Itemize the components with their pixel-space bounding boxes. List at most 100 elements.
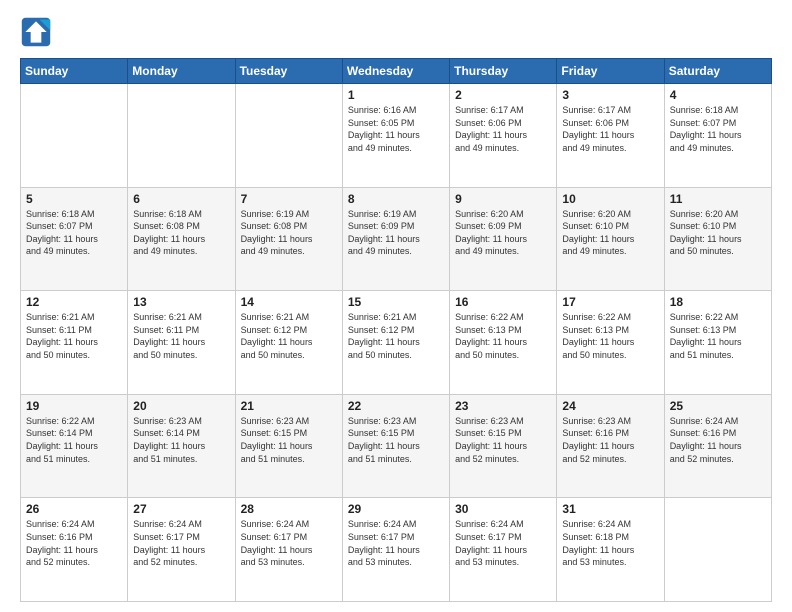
day-number: 16 <box>455 295 551 309</box>
day-cell: 27Sunrise: 6:24 AM Sunset: 6:17 PM Dayli… <box>128 498 235 602</box>
day-number: 9 <box>455 192 551 206</box>
day-number: 6 <box>133 192 229 206</box>
day-info: Sunrise: 6:22 AM Sunset: 6:13 PM Dayligh… <box>455 311 551 361</box>
day-info: Sunrise: 6:17 AM Sunset: 6:06 PM Dayligh… <box>455 104 551 154</box>
day-number: 31 <box>562 502 658 516</box>
day-cell <box>235 84 342 188</box>
day-info: Sunrise: 6:21 AM Sunset: 6:11 PM Dayligh… <box>26 311 122 361</box>
day-info: Sunrise: 6:23 AM Sunset: 6:15 PM Dayligh… <box>241 415 337 465</box>
day-number: 7 <box>241 192 337 206</box>
day-cell: 21 Sunrise: 6:23 AM Sunset: 6:15 PM Dayli… <box>235 394 342 498</box>
header <box>20 16 772 48</box>
day-info: Sunrise: 6:21 AM Sunset: 6:11 PM Dayligh… <box>133 311 229 361</box>
day-info: Sunrise: 6:20 AM Sunset: 6:09 PM Dayligh… <box>455 208 551 258</box>
header-wednesday: Wednesday <box>342 59 449 84</box>
day-cell: 17 Sunrise: 6:22 AM Sunset: 6:13 PM Dayli… <box>557 291 664 395</box>
day-info: Sunrise: 6:18 AM Sunset: 6:07 PM Dayligh… <box>670 104 766 154</box>
day-cell: 5Sunrise: 6:18 AM Sunset: 6:07 PM Daylig… <box>21 187 128 291</box>
day-info: Sunrise: 6:24 AM Sunset: 6:16 PM Dayligh… <box>26 518 122 568</box>
week-row-0: 1 Sunrise: 6:16 AM Sunset: 6:05 PM Daylig… <box>21 84 772 188</box>
day-info: Sunrise: 6:22 AM Sunset: 6:13 PM Dayligh… <box>670 311 766 361</box>
day-cell: 6Sunrise: 6:18 AM Sunset: 6:08 PM Daylig… <box>128 187 235 291</box>
day-number: 25 <box>670 399 766 413</box>
day-number: 26 <box>26 502 122 516</box>
day-number: 24 <box>562 399 658 413</box>
day-cell: 25 Sunrise: 6:24 AM Sunset: 6:16 PM Dayli… <box>664 394 771 498</box>
day-cell: 20 Sunrise: 6:23 AM Sunset: 6:14 PM Dayli… <box>128 394 235 498</box>
day-info: Sunrise: 6:24 AM Sunset: 6:17 PM Dayligh… <box>241 518 337 568</box>
logo-icon <box>20 16 52 48</box>
day-number: 23 <box>455 399 551 413</box>
day-cell <box>664 498 771 602</box>
day-cell: 24 Sunrise: 6:23 AM Sunset: 6:16 PM Dayli… <box>557 394 664 498</box>
day-cell: 15 Sunrise: 6:21 AM Sunset: 6:12 PM Dayli… <box>342 291 449 395</box>
day-number: 22 <box>348 399 444 413</box>
day-cell: 23 Sunrise: 6:23 AM Sunset: 6:15 PM Dayli… <box>450 394 557 498</box>
day-cell <box>21 84 128 188</box>
header-friday: Friday <box>557 59 664 84</box>
day-info: Sunrise: 6:19 AM Sunset: 6:08 PM Dayligh… <box>241 208 337 258</box>
day-number: 28 <box>241 502 337 516</box>
day-info: Sunrise: 6:18 AM Sunset: 6:07 PM Dayligh… <box>26 208 122 258</box>
day-cell <box>128 84 235 188</box>
day-info: Sunrise: 6:22 AM Sunset: 6:13 PM Dayligh… <box>562 311 658 361</box>
day-cell: 26 Sunrise: 6:24 AM Sunset: 6:16 PM Dayli… <box>21 498 128 602</box>
day-info: Sunrise: 6:24 AM Sunset: 6:17 PM Dayligh… <box>133 518 229 568</box>
week-row-1: 5Sunrise: 6:18 AM Sunset: 6:07 PM Daylig… <box>21 187 772 291</box>
day-info: Sunrise: 6:17 AM Sunset: 6:06 PM Dayligh… <box>562 104 658 154</box>
day-number: 15 <box>348 295 444 309</box>
day-info: Sunrise: 6:19 AM Sunset: 6:09 PM Dayligh… <box>348 208 444 258</box>
header-thursday: Thursday <box>450 59 557 84</box>
day-info: Sunrise: 6:20 AM Sunset: 6:10 PM Dayligh… <box>562 208 658 258</box>
day-cell: 18 Sunrise: 6:22 AM Sunset: 6:13 PM Dayli… <box>664 291 771 395</box>
day-info: Sunrise: 6:24 AM Sunset: 6:16 PM Dayligh… <box>670 415 766 465</box>
week-row-4: 26 Sunrise: 6:24 AM Sunset: 6:16 PM Dayli… <box>21 498 772 602</box>
day-number: 3 <box>562 88 658 102</box>
day-info: Sunrise: 6:16 AM Sunset: 6:05 PM Dayligh… <box>348 104 444 154</box>
day-cell: 29 Sunrise: 6:24 AM Sunset: 6:17 PM Dayli… <box>342 498 449 602</box>
day-number: 14 <box>241 295 337 309</box>
day-number: 20 <box>133 399 229 413</box>
day-number: 29 <box>348 502 444 516</box>
day-info: Sunrise: 6:23 AM Sunset: 6:15 PM Dayligh… <box>455 415 551 465</box>
day-cell: 7 Sunrise: 6:19 AM Sunset: 6:08 PM Daylig… <box>235 187 342 291</box>
day-cell: 12Sunrise: 6:21 AM Sunset: 6:11 PM Dayli… <box>21 291 128 395</box>
day-cell: 28 Sunrise: 6:24 AM Sunset: 6:17 PM Dayli… <box>235 498 342 602</box>
day-info: Sunrise: 6:24 AM Sunset: 6:18 PM Dayligh… <box>562 518 658 568</box>
day-number: 19 <box>26 399 122 413</box>
day-number: 18 <box>670 295 766 309</box>
header-tuesday: Tuesday <box>235 59 342 84</box>
day-cell: 13 Sunrise: 6:21 AM Sunset: 6:11 PM Dayli… <box>128 291 235 395</box>
day-number: 17 <box>562 295 658 309</box>
day-cell: 8 Sunrise: 6:19 AM Sunset: 6:09 PM Daylig… <box>342 187 449 291</box>
day-cell: 14 Sunrise: 6:21 AM Sunset: 6:12 PM Dayli… <box>235 291 342 395</box>
day-info: Sunrise: 6:21 AM Sunset: 6:12 PM Dayligh… <box>241 311 337 361</box>
header-sunday: Sunday <box>21 59 128 84</box>
day-number: 21 <box>241 399 337 413</box>
day-cell: 1 Sunrise: 6:16 AM Sunset: 6:05 PM Daylig… <box>342 84 449 188</box>
week-row-3: 19 Sunrise: 6:22 AM Sunset: 6:14 PM Dayli… <box>21 394 772 498</box>
day-cell: 9 Sunrise: 6:20 AM Sunset: 6:09 PM Daylig… <box>450 187 557 291</box>
day-cell: 30Sunrise: 6:24 AM Sunset: 6:17 PM Dayli… <box>450 498 557 602</box>
day-cell: 10 Sunrise: 6:20 AM Sunset: 6:10 PM Dayli… <box>557 187 664 291</box>
day-number: 30 <box>455 502 551 516</box>
day-info: Sunrise: 6:23 AM Sunset: 6:14 PM Dayligh… <box>133 415 229 465</box>
day-number: 10 <box>562 192 658 206</box>
day-info: Sunrise: 6:20 AM Sunset: 6:10 PM Dayligh… <box>670 208 766 258</box>
day-number: 11 <box>670 192 766 206</box>
day-number: 8 <box>348 192 444 206</box>
logo <box>20 16 56 48</box>
day-info: Sunrise: 6:22 AM Sunset: 6:14 PM Dayligh… <box>26 415 122 465</box>
day-info: Sunrise: 6:21 AM Sunset: 6:12 PM Dayligh… <box>348 311 444 361</box>
day-number: 1 <box>348 88 444 102</box>
day-info: Sunrise: 6:23 AM Sunset: 6:16 PM Dayligh… <box>562 415 658 465</box>
day-cell: 3 Sunrise: 6:17 AM Sunset: 6:06 PM Daylig… <box>557 84 664 188</box>
day-number: 13 <box>133 295 229 309</box>
week-row-2: 12Sunrise: 6:21 AM Sunset: 6:11 PM Dayli… <box>21 291 772 395</box>
header-monday: Monday <box>128 59 235 84</box>
header-saturday: Saturday <box>664 59 771 84</box>
day-info: Sunrise: 6:24 AM Sunset: 6:17 PM Dayligh… <box>348 518 444 568</box>
calendar: SundayMondayTuesdayWednesdayThursdayFrid… <box>20 58 772 602</box>
day-cell: 16 Sunrise: 6:22 AM Sunset: 6:13 PM Dayli… <box>450 291 557 395</box>
day-cell: 2Sunrise: 6:17 AM Sunset: 6:06 PM Daylig… <box>450 84 557 188</box>
